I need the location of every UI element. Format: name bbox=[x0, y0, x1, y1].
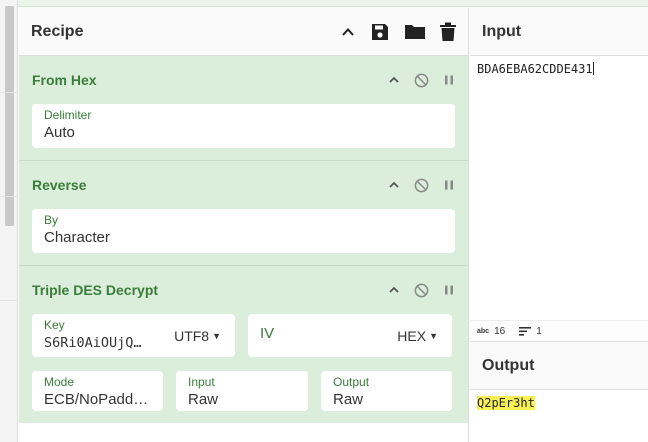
operation-title: From Hex bbox=[32, 72, 97, 88]
pause-icon[interactable] bbox=[443, 74, 455, 86]
mode-select[interactable]: Mode ECB/NoPaddi… bbox=[32, 371, 163, 411]
delimiter-select[interactable]: Delimiter Auto bbox=[32, 104, 455, 148]
iv-encoding-dropdown[interactable]: HEX ▼ bbox=[397, 328, 438, 344]
output-format-select[interactable]: Output Raw bbox=[321, 371, 452, 411]
chevron-up-icon[interactable] bbox=[388, 179, 400, 191]
field-label: Mode bbox=[44, 375, 75, 389]
input-text: BDA6EBA62CDDE431 bbox=[477, 62, 593, 76]
lines-icon bbox=[519, 326, 532, 336]
chevron-up-icon[interactable] bbox=[388, 74, 400, 86]
caret-down-icon: ▼ bbox=[429, 331, 438, 341]
field-label: Input bbox=[188, 375, 215, 389]
output-header: Output bbox=[470, 342, 648, 390]
pause-icon[interactable] bbox=[443, 179, 455, 191]
recipe-pane: Recipe From Hex Delimiter Auto Reverse B… bbox=[19, 8, 469, 442]
key-field[interactable]: Key S6Ri0AiOUjQ… UTF8 ▼ bbox=[32, 314, 235, 357]
pause-icon[interactable] bbox=[443, 284, 455, 296]
abc-icon: abc bbox=[477, 327, 490, 335]
folder-icon[interactable] bbox=[404, 22, 426, 42]
operation-title: Reverse bbox=[32, 177, 87, 193]
divider bbox=[0, 92, 18, 93]
key-encoding-dropdown[interactable]: UTF8 ▼ bbox=[174, 328, 221, 344]
char-count-value: 16 bbox=[494, 325, 506, 337]
output-title: Output bbox=[482, 356, 535, 374]
chevron-up-icon[interactable] bbox=[340, 24, 356, 40]
disable-icon[interactable] bbox=[414, 283, 429, 298]
iv-field[interactable]: IV HEX ▼ bbox=[248, 314, 452, 357]
input-title: Input bbox=[482, 22, 522, 40]
by-select[interactable]: By Character bbox=[32, 209, 455, 253]
field-value: ECB/NoPaddi… bbox=[44, 391, 151, 408]
line-count: 1 bbox=[519, 326, 542, 337]
recipe-header: Recipe bbox=[19, 8, 468, 56]
divider bbox=[0, 300, 18, 301]
operation-title: Triple DES Decrypt bbox=[32, 282, 159, 298]
recipe-title: Recipe bbox=[31, 22, 84, 40]
operations-panel-edge bbox=[0, 0, 18, 442]
io-pane: Input BDA6EBA62CDDE431 abc 16 1 Output Q… bbox=[470, 8, 648, 442]
input-format-select[interactable]: Input Raw bbox=[176, 371, 308, 411]
chevron-up-icon[interactable] bbox=[388, 284, 400, 296]
output-textarea[interactable]: Q2pEr3ht bbox=[470, 390, 648, 416]
field-label: Delimiter bbox=[44, 108, 92, 122]
text-cursor bbox=[592, 62, 594, 75]
operation-triple-des-decrypt: Triple DES Decrypt Key S6Ri0AiOUjQ… UTF8… bbox=[19, 266, 468, 423]
field-value: Auto bbox=[44, 124, 75, 141]
key-input[interactable]: S6Ri0AiOUjQ… bbox=[44, 332, 156, 354]
disable-icon[interactable] bbox=[414, 73, 429, 88]
caret-down-icon: ▼ bbox=[212, 331, 221, 341]
input-status-bar: abc 16 1 bbox=[470, 320, 648, 342]
char-count: abc 16 bbox=[477, 326, 505, 337]
input-textarea[interactable]: BDA6EBA62CDDE431 bbox=[470, 56, 648, 320]
input-header: Input bbox=[470, 8, 648, 56]
field-label: Output bbox=[333, 375, 370, 389]
field-value: Character bbox=[44, 229, 110, 246]
field-value: Raw bbox=[188, 391, 219, 408]
operation-reverse: Reverse By Character bbox=[19, 161, 468, 266]
trash-icon[interactable] bbox=[440, 22, 456, 42]
operation-from-hex: From Hex Delimiter Auto bbox=[19, 56, 468, 161]
encoding-label: HEX bbox=[397, 328, 427, 344]
divider bbox=[0, 196, 18, 197]
disable-icon[interactable] bbox=[414, 178, 429, 193]
operations-scrollbar[interactable] bbox=[5, 6, 14, 226]
save-icon[interactable] bbox=[370, 22, 390, 42]
top-banner-strip bbox=[0, 0, 648, 7]
field-value: Raw bbox=[333, 391, 364, 408]
field-label: By bbox=[44, 213, 59, 227]
encoding-label: UTF8 bbox=[174, 328, 210, 344]
line-count-value: 1 bbox=[536, 325, 542, 337]
output-text: Q2pEr3ht bbox=[477, 396, 535, 410]
